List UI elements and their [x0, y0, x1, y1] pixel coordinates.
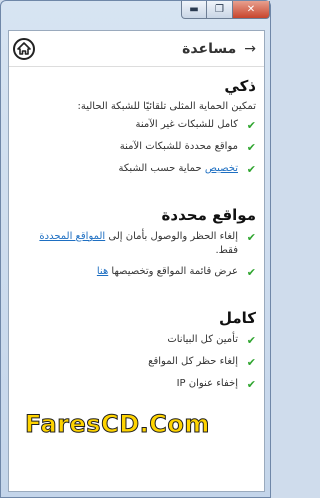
window-frame: ▬ ❐ ✕ → مساعدة ذكي تمكين الحماية المثلى …	[0, 0, 271, 498]
feature-item: ✔ تأمين كل البيانات	[15, 333, 256, 349]
feature-text: تخصيص حماية حسب الشبكة	[119, 162, 238, 177]
feature-item: ✔ كامل للشبكات غير الآمنة	[15, 118, 256, 134]
help-content: ذكي تمكين الحماية المثلى تلقائيًا للشبكة…	[9, 67, 264, 393]
feature-text: مواقع محددة للشبكات الآمنة	[119, 140, 238, 152]
check-icon: ✔	[246, 140, 256, 154]
close-button[interactable]: ✕	[233, 1, 270, 19]
feature-item: ✔ إخفاء عنوان IP	[15, 377, 256, 393]
section-title-full: كامل	[218, 308, 256, 327]
feature-text-pre: عرض قائمة المواقع وتخصيصها	[108, 265, 238, 277]
check-icon: ✔	[246, 230, 256, 244]
check-icon: ✔	[246, 162, 256, 176]
feature-text-rest: حماية حسب الشبكة	[118, 162, 205, 174]
section-title-smart: ذكي	[224, 77, 256, 95]
section-specific-sites: مواقع محددة ✔ إلغاء الحظر والوصول بأمان …	[15, 206, 256, 281]
section-full: كامل ✔ تأمين كل البيانات ✔ إلغاء حظر كل …	[15, 309, 256, 393]
feature-text: إلغاء حظر كل المواقع	[148, 355, 238, 367]
check-icon: ✔	[246, 333, 256, 347]
maximize-button[interactable]: ❐	[207, 1, 233, 19]
page-title: مساعدة	[182, 40, 237, 57]
watermark: FaresCD.Com	[25, 410, 210, 439]
caption-buttons: ▬ ❐ ✕	[181, 1, 270, 21]
header: → مساعدة	[9, 31, 264, 67]
customize-link[interactable]: تخصيص	[205, 163, 238, 174]
check-icon: ✔	[246, 265, 256, 279]
feature-text: كامل للشبكات غير الآمنة	[135, 119, 238, 130]
home-icon-glyph	[17, 41, 31, 55]
feature-text: إلغاء الحظر والوصول بأمان إلى المواقع ال…	[15, 230, 238, 259]
check-icon: ✔	[246, 355, 256, 369]
home-icon[interactable]	[13, 37, 35, 60]
feature-text: عرض قائمة المواقع وتخصيصها هنا	[97, 265, 238, 280]
feature-text-post: فقط.	[215, 245, 238, 257]
feature-item: ✔ تخصيص حماية حسب الشبكة	[15, 162, 256, 178]
feature-item: ✔ مواقع محددة للشبكات الآمنة	[15, 140, 256, 156]
feature-text-pre: إلغاء الحظر والوصول بأمان إلى	[105, 230, 238, 242]
section-title-specific-sites: مواقع محددة	[161, 205, 256, 224]
feature-item: ✔ إلغاء حظر كل المواقع	[15, 355, 256, 371]
feature-item: ✔ عرض قائمة المواقع وتخصيصها هنا	[15, 265, 256, 281]
feature-text: إخفاء عنوان IP	[176, 377, 238, 389]
feature-text: تأمين كل البيانات	[167, 333, 238, 345]
minimize-button[interactable]: ▬	[181, 1, 207, 19]
section-smart: ذكي تمكين الحماية المثلى تلقائيًا للشبكة…	[15, 77, 256, 178]
specific-sites-link[interactable]: المواقع المحددة	[39, 231, 105, 242]
back-arrow-icon[interactable]: →	[244, 41, 256, 57]
check-icon: ✔	[246, 119, 256, 132]
feature-item: ✔ إلغاء الحظر والوصول بأمان إلى المواقع …	[15, 230, 256, 259]
here-link[interactable]: هنا	[97, 266, 108, 277]
check-icon: ✔	[246, 377, 256, 391]
smart-intro: تمكين الحماية المثلى تلقائيًا للشبكة الح…	[77, 101, 256, 112]
